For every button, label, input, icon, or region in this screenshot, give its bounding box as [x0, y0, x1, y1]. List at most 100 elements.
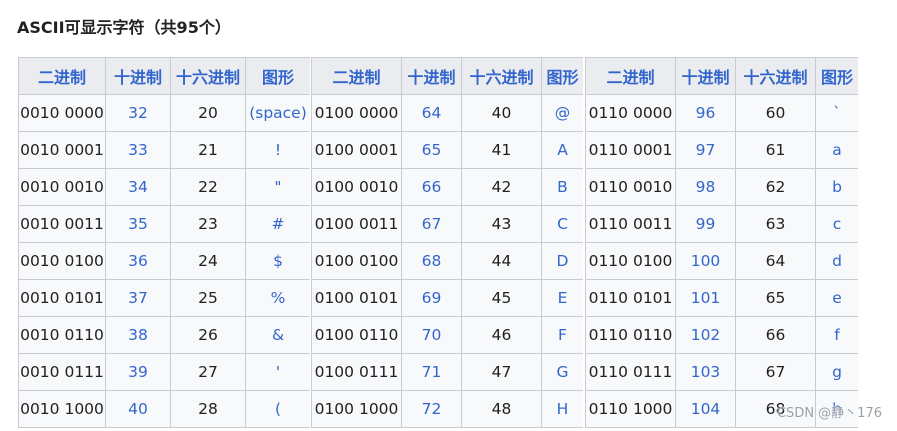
binary-cell: 0100 0100: [311, 242, 402, 280]
binary-cell: 0110 1000: [585, 390, 676, 428]
glyph-link[interactable]: &: [245, 316, 310, 354]
table-row: 0100 0001 65 41 A: [311, 131, 583, 169]
glyph-link[interactable]: A: [541, 131, 583, 169]
decimal-link[interactable]: 69: [401, 279, 462, 317]
table-header-row: 二进制 十进制 十六进制 图形: [585, 57, 858, 95]
decimal-link[interactable]: 66: [401, 168, 462, 206]
decimal-link[interactable]: 103: [675, 353, 736, 391]
hex-cell: 23: [170, 205, 246, 243]
decimal-link[interactable]: 34: [105, 168, 171, 206]
glyph-link[interactable]: %: [245, 279, 310, 317]
glyph-link[interactable]: d: [815, 242, 858, 280]
binary-cell: 0010 0010: [18, 168, 106, 206]
decimal-link[interactable]: 38: [105, 316, 171, 354]
table-row: 0010 0111 39 27 ': [18, 353, 310, 391]
glyph-link[interactable]: c: [815, 205, 858, 243]
decimal-link[interactable]: 104: [675, 390, 736, 428]
table-row: 0100 0010 66 42 B: [311, 168, 583, 206]
decimal-link[interactable]: 64: [401, 94, 462, 132]
ascii-table: 二进制 十进制 十六进制 图形 0100 0000 64 40 @ 0100 0001…: [311, 57, 583, 428]
csdn-watermark: CSDN @静丶176: [776, 406, 882, 421]
glyph-link[interactable]: `: [815, 94, 858, 132]
glyph-link[interactable]: E: [541, 279, 583, 317]
decimal-link[interactable]: 99: [675, 205, 736, 243]
decimal-link[interactable]: 101: [675, 279, 736, 317]
binary-cell: 0110 0101: [585, 279, 676, 317]
binary-cell: 0100 0110: [311, 316, 402, 354]
decimal-link[interactable]: 67: [401, 205, 462, 243]
decimal-link[interactable]: 97: [675, 131, 736, 169]
glyph-link[interactable]: !: [245, 131, 310, 169]
decimal-link[interactable]: 98: [675, 168, 736, 206]
table-row: 0100 0100 68 44 D: [311, 242, 583, 280]
binary-cell: 0110 0111: [585, 353, 676, 391]
glyph-link[interactable]: g: [815, 353, 858, 391]
glyph-link[interactable]: F: [541, 316, 583, 354]
decimal-link[interactable]: 33: [105, 131, 171, 169]
glyph-link[interactable]: C: [541, 205, 583, 243]
hex-cell: 42: [461, 168, 542, 206]
binary-cell: 0110 0110: [585, 316, 676, 354]
column-header-binary: 二进制: [585, 57, 676, 95]
glyph-link[interactable]: ": [245, 168, 310, 206]
binary-cell: 0010 0001: [18, 131, 106, 169]
decimal-link[interactable]: 32: [105, 94, 171, 132]
table-row: 0100 0111 71 47 G: [311, 353, 583, 391]
hex-cell: 65: [735, 279, 816, 317]
decimal-link[interactable]: 70: [401, 316, 462, 354]
glyph-link[interactable]: H: [541, 390, 583, 428]
decimal-link[interactable]: 72: [401, 390, 462, 428]
decimal-link[interactable]: 39: [105, 353, 171, 391]
hex-cell: 46: [461, 316, 542, 354]
table-row: 0010 0100 36 24 $: [18, 242, 310, 280]
binary-cell: 0100 0111: [311, 353, 402, 391]
binary-cell: 0110 0011: [585, 205, 676, 243]
column-header-decimal: 十进制: [401, 57, 462, 95]
ascii-table-group-2: 二进制 十进制 十六进制 图形 0100 0000 64 40 @ 0100 0001…: [311, 57, 583, 431]
binary-cell: 0010 0110: [18, 316, 106, 354]
decimal-link[interactable]: 40: [105, 390, 171, 428]
decimal-link[interactable]: 36: [105, 242, 171, 280]
glyph-link[interactable]: ': [245, 353, 310, 391]
table-row: 0100 0011 67 43 C: [311, 205, 583, 243]
table-row: 0110 0011 99 63 c: [585, 205, 858, 243]
glyph-link[interactable]: a: [815, 131, 858, 169]
glyph-link[interactable]: b: [815, 168, 858, 206]
table-row: 0110 0110 102 66 f: [585, 316, 858, 354]
column-header-hex: 十六进制: [170, 57, 246, 95]
table-row: 0010 0000 32 20 (space): [18, 94, 310, 132]
column-header-binary: 二进制: [18, 57, 106, 95]
binary-cell: 0110 0000: [585, 94, 676, 132]
glyph-link[interactable]: (space): [245, 94, 310, 132]
decimal-link[interactable]: 71: [401, 353, 462, 391]
glyph-link[interactable]: (: [245, 390, 310, 428]
glyph-link[interactable]: $: [245, 242, 310, 280]
glyph-link[interactable]: #: [245, 205, 310, 243]
table-row: 0100 0101 69 45 E: [311, 279, 583, 317]
table-header-row: 二进制 十进制 十六进制 图形: [311, 57, 583, 95]
page-title: ASCII可显示字符（共95个）: [17, 18, 231, 37]
decimal-link[interactable]: 96: [675, 94, 736, 132]
glyph-link[interactable]: D: [541, 242, 583, 280]
decimal-link[interactable]: 68: [401, 242, 462, 280]
hex-cell: 47: [461, 353, 542, 391]
decimal-link[interactable]: 35: [105, 205, 171, 243]
glyph-link[interactable]: e: [815, 279, 858, 317]
decimal-link[interactable]: 102: [675, 316, 736, 354]
decimal-link[interactable]: 65: [401, 131, 462, 169]
table-row: 0110 0100 100 64 d: [585, 242, 858, 280]
decimal-link[interactable]: 37: [105, 279, 171, 317]
glyph-link[interactable]: f: [815, 316, 858, 354]
table-row: 0010 1000 40 28(: [18, 390, 310, 428]
binary-cell: 0010 0101: [18, 279, 106, 317]
decimal-link[interactable]: 100: [675, 242, 736, 280]
glyph-link[interactable]: @: [541, 94, 583, 132]
glyph-link[interactable]: B: [541, 168, 583, 206]
binary-cell: 0010 0000: [18, 94, 106, 132]
hex-cell: 28: [170, 390, 246, 428]
table-row: 0010 0110 38 26 &: [18, 316, 310, 354]
ascii-table: 二进制 十进制 十六进制 图形 0010 0000 32 20 (space) 001…: [18, 57, 310, 428]
hex-cell: 20: [170, 94, 246, 132]
glyph-link[interactable]: G: [541, 353, 583, 391]
column-header-glyph: 图形: [541, 57, 583, 95]
